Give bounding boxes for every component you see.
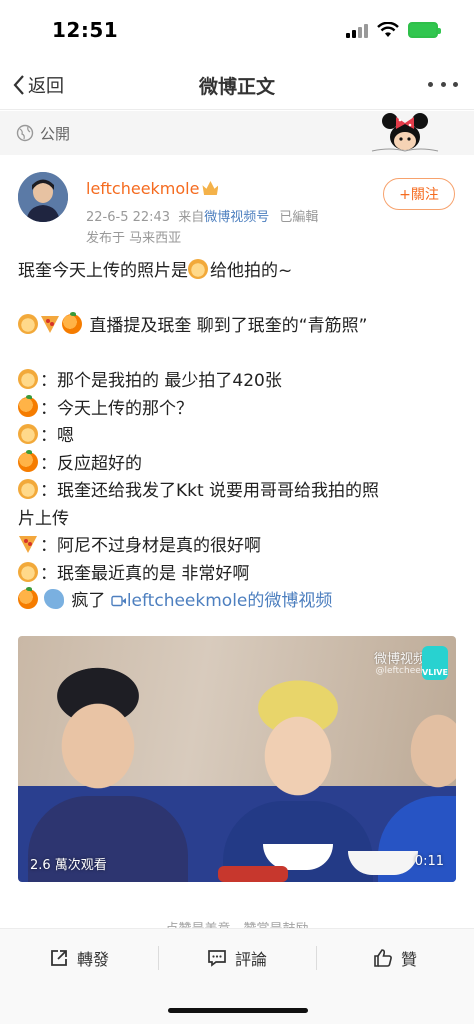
- video-watermark-handle: @leftcheek: [375, 666, 426, 676]
- video-link[interactable]: leftcheekmole的微博视频: [111, 591, 333, 611]
- post-line: ：嗯: [18, 423, 458, 451]
- post-line-text: 片上传: [18, 508, 69, 529]
- orange-emoji-icon: [18, 587, 38, 609]
- edited-label: 已編輯: [279, 210, 319, 225]
- more-options-button[interactable]: [428, 74, 458, 94]
- minnie-mouse-sticker-icon: [371, 113, 439, 152]
- like-label: 贊: [400, 950, 417, 969]
- pizza-emoji-icon: [40, 314, 60, 334]
- baby-emoji-icon: [18, 561, 38, 582]
- post-line: ：阿尼不过身材是真的很好啊: [18, 533, 458, 561]
- baby-emoji-icon: [18, 314, 38, 334]
- baby-emoji-icon: [18, 424, 38, 444]
- status-bar: 12:51: [0, 0, 474, 60]
- visibility-label: 公開: [40, 125, 71, 143]
- comment-icon: [208, 950, 226, 967]
- post-date: 22-6-5 22:43: [86, 210, 171, 225]
- repost-label: 轉發: [76, 950, 109, 969]
- post-line: ：今天上传的那个？ 疯了 leftcheekmole的微博视频: [18, 587, 458, 616]
- post-line-text: ：阿尼不过身材是真的很好啊: [40, 536, 261, 556]
- post-line-text: 给他拍的~: [210, 261, 293, 281]
- crown-badge-icon: [202, 181, 219, 195]
- video-duration: 0:11: [414, 854, 444, 869]
- follow-button[interactable]: +關注: [383, 178, 455, 210]
- shark-emoji-icon: [44, 589, 64, 609]
- video-camera-icon: [111, 595, 126, 607]
- post-line: 片上传: [18, 506, 458, 534]
- baby-emoji-icon: [188, 259, 208, 279]
- cellular-signal-icon: [346, 24, 370, 38]
- action-bar: 轉發 評論 贊: [0, 928, 474, 986]
- post-line-text: 疯了: [71, 591, 106, 611]
- username-link[interactable]: leftcheekmole: [86, 179, 219, 198]
- video-link-text: leftcheekmole的微博视频: [126, 591, 333, 611]
- post-line-text: ：珉奎最近真的是 非常好啊: [40, 563, 250, 584]
- nav-bar: 返回 微博正文: [0, 60, 474, 110]
- post-line: 珉奎今天上传的照片是 给他拍的~: [18, 258, 458, 286]
- post-line-text: ：嗯: [40, 426, 74, 446]
- orange-emoji-icon: [18, 394, 38, 417]
- globe-icon: [16, 124, 34, 142]
- post-line-text: ：那个是我拍的 最少拍了420张: [40, 371, 282, 391]
- wifi-icon: [377, 22, 399, 37]
- post-line: ：今天上传的那个？: [18, 394, 458, 424]
- post-location: 发布于 马来西亚: [86, 231, 182, 246]
- status-time: 12:51: [52, 18, 119, 42]
- pizza-emoji-icon: [18, 534, 38, 554]
- visibility-bar: 公開: [0, 111, 474, 155]
- post-line: ：珉奎还给我发了Kkt 说要用哥哥给我拍的照: [18, 478, 458, 506]
- post-line: 直播提及珉奎 聊到了珉奎的“青筋照”: [18, 312, 458, 341]
- repost-button[interactable]: 轉發: [0, 929, 158, 987]
- baby-emoji-icon: [18, 479, 38, 499]
- comment-button[interactable]: 評論: [158, 929, 316, 987]
- video-view-count: 2.6 萬次观看: [30, 858, 107, 873]
- post-meta: 22-6-5 22:43 来自微博视频号 已編輯: [86, 206, 318, 225]
- post-line-text: ：珉奎还给我发了Kkt 说要用哥哥给我拍的照: [40, 481, 380, 501]
- like-button[interactable]: 贊: [316, 929, 474, 987]
- baby-emoji-icon: [18, 369, 38, 389]
- video-player[interactable]: 微博视频 @leftcheek VLIVE 2.6 萬次观看 0:11: [18, 636, 456, 882]
- orange-emoji-icon: [62, 312, 82, 334]
- share-arrow-icon: [51, 950, 67, 966]
- battery-icon: [408, 22, 441, 38]
- post-body: 珉奎今天上传的照片是 给他拍的~ 直播提及珉奎 聊到了珉奎的“青筋照” ：那个是我…: [18, 258, 458, 616]
- post-line: ：珉奎最近真的是 非常好啊: [18, 561, 458, 589]
- comment-label: 評論: [234, 950, 267, 969]
- post-line: ：反应超好的: [18, 449, 458, 479]
- vlive-badge: VLIVE: [422, 646, 448, 680]
- post-line-text: 直播提及珉奎 聊到了珉奎的“青筋照”: [89, 316, 368, 336]
- post-line-text: 珉奎今天上传的照片是: [18, 261, 188, 281]
- video-frame-detail: [218, 866, 288, 882]
- avatar[interactable]: [18, 172, 68, 222]
- post-line-text: ：反应超好的: [40, 453, 142, 474]
- username-text: leftcheekmole: [86, 179, 200, 198]
- page-title: 微博正文: [198, 76, 275, 98]
- bottom-safe-area: [0, 986, 474, 1024]
- post-line-text: ：今天上传的那个？: [40, 398, 193, 419]
- source-prefix: 来自: [178, 210, 205, 225]
- source-link[interactable]: 微博视频号: [204, 210, 269, 225]
- orange-emoji-icon: [18, 449, 38, 472]
- post-header: leftcheekmole 22-6-5 22:43 来自微博视频号 已編輯 发…: [0, 170, 474, 250]
- thumbs-up-icon: [374, 949, 392, 967]
- weibo-video-watermark: 微博视频: [373, 652, 426, 667]
- post-line: ：那个是我拍的 最少拍了420张: [18, 368, 458, 396]
- home-indicator[interactable]: [168, 1008, 308, 1013]
